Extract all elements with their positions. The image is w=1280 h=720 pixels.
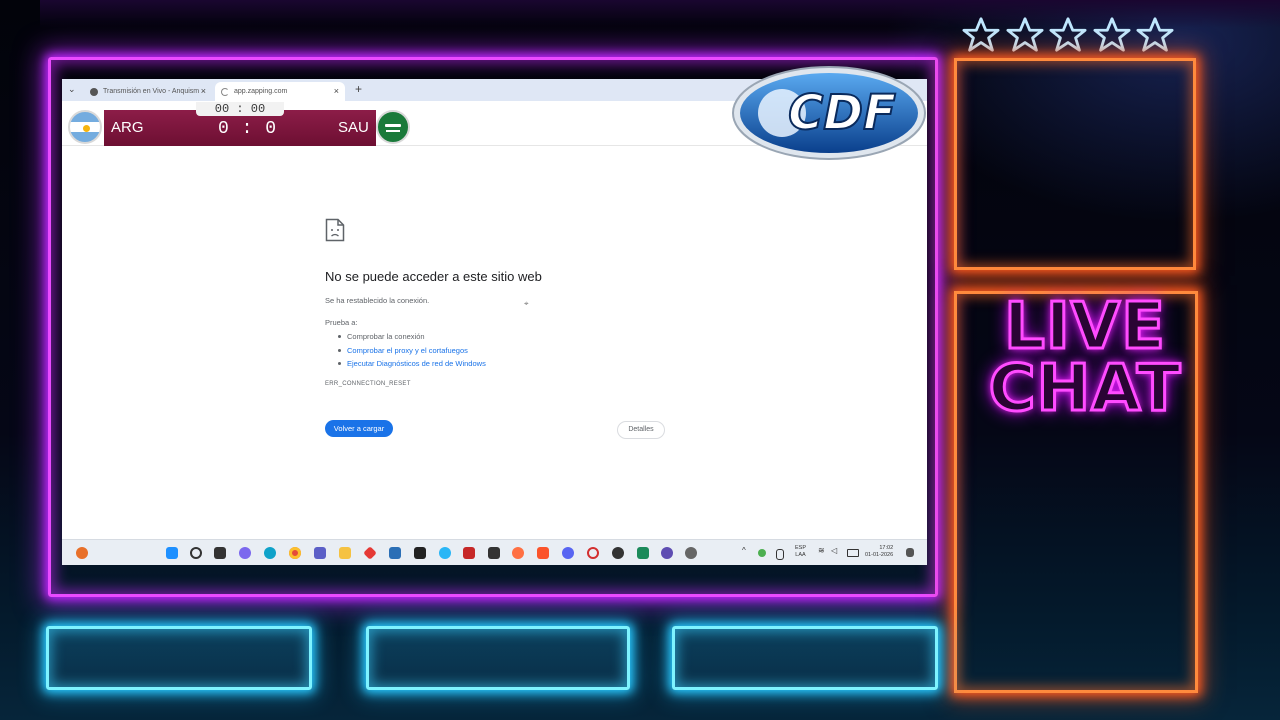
app-icon[interactable] <box>661 547 673 559</box>
widgets-icon[interactable] <box>76 547 88 559</box>
site-favicon-icon <box>90 87 98 96</box>
suggestion-check-connection: Comprobar la conexión <box>338 330 486 344</box>
close-icon[interactable]: × <box>201 86 206 96</box>
tray-chevron-up-icon[interactable]: ^ <box>742 547 746 555</box>
star-icon <box>1092 17 1131 52</box>
suggestions-list: Comprobar la conexión Comprobar el proxy… <box>338 330 486 371</box>
error-code: ERR_CONNECTION_RESET <box>325 381 411 387</box>
suggestions-label: Prueba a: <box>325 318 358 327</box>
match-clock: 00 : 00 <box>196 102 284 116</box>
saudi-arabia-flag-icon <box>376 110 410 144</box>
new-tab-button[interactable]: + <box>355 82 362 96</box>
home-team: ARG <box>111 119 144 136</box>
bottom-panel-center <box>366 626 630 690</box>
teams-icon[interactable] <box>314 547 326 559</box>
brave-icon[interactable] <box>537 547 549 559</box>
battery-icon[interactable] <box>847 549 859 557</box>
error-subtitle: Se ha restablecido la conexión. <box>325 296 430 305</box>
edge-icon[interactable] <box>264 547 276 559</box>
bottom-panel-right <box>672 626 938 690</box>
microphone-icon[interactable] <box>776 549 784 560</box>
star-rating <box>962 16 1174 56</box>
webcam-frame <box>954 58 1196 270</box>
start-icon[interactable] <box>166 547 178 559</box>
live-chat-title: LIVE CHAT <box>980 290 1190 426</box>
speedometer-icon[interactable] <box>488 547 500 559</box>
bottom-panel-left <box>46 626 312 690</box>
mcafee-icon[interactable] <box>463 547 475 559</box>
volume-icon[interactable]: ◁ <box>831 547 837 555</box>
discord-icon[interactable] <box>562 547 574 559</box>
star-icon <box>1005 17 1044 52</box>
tab-zapping[interactable]: app.zapping.com × <box>215 82 345 101</box>
broken-page-icon <box>325 218 345 242</box>
tab-search-icon[interactable]: ⌄ <box>68 84 76 95</box>
suggestion-check-proxy-link[interactable]: Comprobar el proxy y el cortafuegos <box>338 344 486 358</box>
windows-taskbar: ^ ESP LAA ≋ ◁ 17:02 01-01-2026 <box>62 539 927 565</box>
copilot-icon[interactable] <box>239 547 251 559</box>
tray-app-icon[interactable] <box>758 549 766 557</box>
suggestion-run-diagnostics-link[interactable]: Ejecutar Diagnósticos de red de Windows <box>338 357 486 371</box>
clock-date: 01-01-2026 <box>865 552 894 558</box>
language-line-1: ESP <box>795 545 807 551</box>
app-icon[interactable] <box>439 547 451 559</box>
error-title: No se puede acceder a este sitio web <box>325 269 542 284</box>
clock-time: 17:02 <box>879 545 894 551</box>
app-icon[interactable] <box>637 547 649 559</box>
match-score: 0 : 0 <box>218 119 278 139</box>
argentina-flag-icon <box>68 110 102 144</box>
system-clock[interactable]: 17:02 01-01-2026 <box>865 545 893 559</box>
star-icon <box>1136 17 1174 52</box>
tab-label: Transmisión en Vivo - Anquism <box>103 88 200 95</box>
obs-icon[interactable] <box>612 547 624 559</box>
wifi-icon[interactable]: ≋ <box>818 547 825 555</box>
store-icon[interactable] <box>389 547 401 559</box>
cdf-logo-text: CDF <box>788 85 896 141</box>
notifications-icon[interactable] <box>906 548 914 557</box>
loading-spinner-icon <box>221 87 229 96</box>
away-team: SAU <box>338 119 369 136</box>
app-icon[interactable] <box>363 546 377 560</box>
chrome-icon[interactable] <box>289 547 301 559</box>
reload-button[interactable]: Volver a cargar <box>325 420 393 437</box>
camera-app-icon[interactable] <box>414 547 426 559</box>
file-explorer-icon[interactable] <box>339 547 351 559</box>
firefox-icon[interactable] <box>512 547 524 559</box>
details-button[interactable]: Detalles <box>617 421 665 439</box>
settings-gear-icon[interactable] <box>685 547 697 559</box>
star-icon <box>1049 17 1087 52</box>
language-indicator[interactable]: ESP LAA <box>795 545 806 559</box>
mouse-cursor-icon: ⌖ <box>524 299 529 308</box>
language-line-2: LAA <box>795 552 806 558</box>
live-chat-line-1: LIVE <box>1003 290 1167 364</box>
tab-label: app.zapping.com <box>234 88 288 95</box>
scoreboard: 00 : 00 ARG 0 : 0 SAU <box>68 102 412 148</box>
opera-icon[interactable] <box>587 547 599 559</box>
tab-stream[interactable]: Transmisión en Vivo - Anquism × <box>84 82 212 101</box>
cdf-logo: CDF <box>730 63 928 163</box>
search-icon[interactable] <box>190 547 202 559</box>
star-icon <box>962 17 1000 52</box>
live-chat-line-2: CHAT <box>987 352 1182 426</box>
task-view-icon[interactable] <box>214 547 226 559</box>
close-icon[interactable]: × <box>334 86 339 96</box>
